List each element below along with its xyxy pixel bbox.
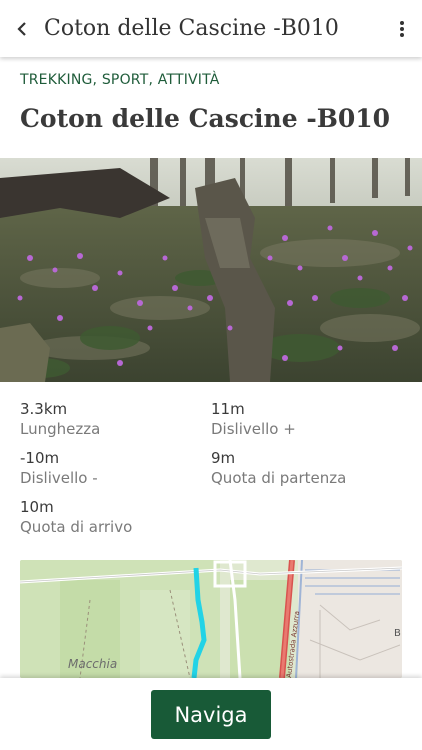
stat-elevation-loss-label: Dislivello -: [20, 469, 98, 487]
app-bar: Coton delle Cascine -B010: [0, 0, 422, 57]
app-bar-title: Coton delle Cascine -B010: [44, 16, 339, 41]
more-vertical-icon: [400, 20, 404, 37]
stat-length: 3.3km Lunghezza: [20, 400, 100, 439]
stat-elevation-gain: 11m Dislivello +: [211, 400, 296, 439]
stat-start-altitude-value: 9m: [211, 449, 236, 467]
map-place-label: Macchia: [68, 657, 117, 671]
back-arrow-icon: [17, 21, 26, 36]
bottom-bar: Naviga: [0, 678, 422, 750]
category-label: TREKKING, SPORT, ATTIVITÀ: [20, 72, 220, 88]
stat-elevation-gain-label: Dislivello +: [211, 420, 296, 438]
page-title: Coton delle Cascine -B010: [20, 104, 391, 133]
stat-start-altitude-label: Quota di partenza: [211, 469, 347, 487]
stat-length-value: 3.3km: [20, 400, 68, 418]
stat-elevation-gain-value: 11m: [211, 400, 245, 418]
back-button[interactable]: [0, 0, 44, 57]
more-options-button[interactable]: [382, 0, 422, 57]
stat-start-altitude: 9m Quota di partenza: [211, 449, 346, 488]
map-edge-label: B: [394, 628, 401, 639]
route-map[interactable]: Macchia Autostrada Azzurra B: [20, 560, 402, 678]
stat-length-label: Lunghezza: [20, 420, 101, 438]
stat-end-altitude-value: 10m: [20, 498, 54, 516]
navigate-button[interactable]: Naviga: [151, 690, 271, 739]
trail-photo: [0, 158, 422, 382]
stat-end-altitude: 10m Quota di arrivo: [20, 498, 132, 537]
stat-elevation-loss-value: -10m: [20, 449, 60, 467]
stat-elevation-loss: -10m Dislivello -: [20, 449, 98, 488]
stat-end-altitude-label: Quota di arrivo: [20, 518, 133, 536]
